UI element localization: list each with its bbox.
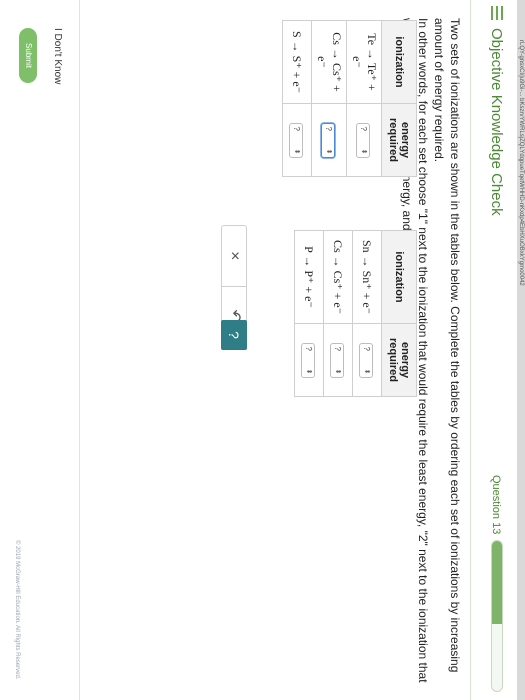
chevron-icon: ⬍: [325, 148, 332, 155]
table-row: Cs → Cs⁺ + e⁻ ? ⬍: [311, 20, 347, 177]
ionization-table-1: ionization energy required Te → Te⁺ + e⁻…: [282, 20, 417, 177]
ionization-table-2: ionization energy required Sn → Sn⁺ + e⁻…: [294, 230, 417, 397]
divider: [79, 0, 80, 700]
energy-select[interactable]: ? ⬍: [330, 342, 344, 378]
chevron-icon: ⬍: [334, 368, 341, 375]
table-row: S → S⁺ + e⁻ ? ⬍: [282, 20, 312, 177]
progress-fill: [492, 541, 502, 624]
table-row: P → P⁺ + e⁻ ? ⬍: [294, 230, 324, 397]
energy-select[interactable]: ? ⬍: [289, 122, 303, 158]
screen: rLQY-gnsxCl/ju9Gi-... bKszrvYWRLsjZQLYdq…: [0, 0, 525, 700]
chevron-icon: ⬍: [363, 368, 370, 375]
table-row: Cs → Cs⁺ + e⁻ ? ⬍: [323, 230, 353, 397]
question-label: Question 13: [490, 475, 502, 535]
energy-select[interactable]: ? ⬍: [321, 122, 335, 158]
ionization-cell: P → P⁺ + e⁻: [294, 230, 324, 324]
table2-header-ionization: ionization: [381, 230, 417, 324]
ionization-cell: Te → Te⁺ + e⁻: [346, 20, 382, 104]
chevron-icon: ⬍: [305, 368, 312, 375]
help-button[interactable]: ?: [221, 320, 247, 350]
table2-header-energy: energy required: [381, 323, 417, 397]
ionization-cell: Cs → Cs⁺ + e⁻: [311, 20, 347, 104]
dont-know-button[interactable]: I Don't Know: [52, 28, 63, 84]
url-bar: rLQY-gnsxCl/ju9Gi-... bKszrvYWRLsjZQLYdq…: [517, 0, 525, 700]
table1-header-energy: energy required: [381, 103, 417, 177]
progress-bar: [491, 540, 503, 692]
footer-copyright: © 2019 McGraw-Hill Education. All Rights…: [14, 540, 20, 680]
ionization-cell: Cs → Cs⁺ + e⁻: [323, 230, 353, 324]
chevron-icon: ⬍: [360, 148, 367, 155]
header: Objective Knowledge Check Question 13: [470, 0, 517, 700]
ionization-cell: Sn → Sn⁺ + e⁻: [352, 230, 382, 324]
energy-select[interactable]: ? ⬍: [356, 122, 370, 158]
energy-select[interactable]: ? ⬍: [359, 342, 373, 378]
submit-button[interactable]: Submit: [19, 28, 37, 83]
table-row: Te → Te⁺ + e⁻ ? ⬍: [346, 20, 382, 177]
clear-button[interactable]: ×: [222, 226, 246, 286]
energy-select[interactable]: ? ⬍: [301, 342, 315, 378]
menu-icon[interactable]: [491, 6, 503, 20]
page-title: Objective Knowledge Check: [488, 28, 505, 216]
chevron-icon: ⬍: [293, 148, 300, 155]
table-row: Sn → Sn⁺ + e⁻ ? ⬍: [352, 230, 382, 397]
question-line-1: Two sets of ionizations are shown in the…: [432, 18, 462, 673]
table1-header-ionization: ionization: [381, 20, 417, 104]
ionization-cell: S → S⁺ + e⁻: [282, 20, 312, 104]
